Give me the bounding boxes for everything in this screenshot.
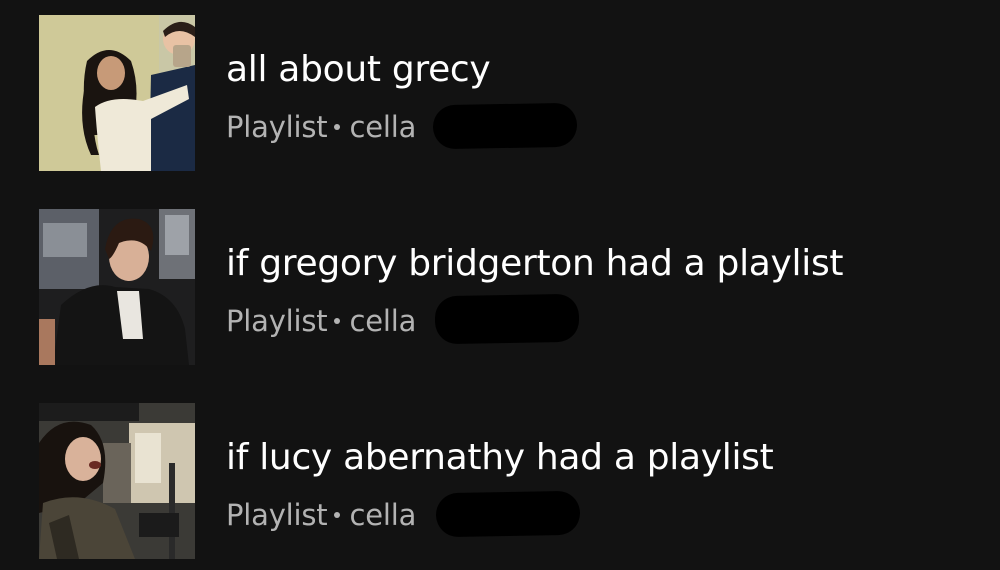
playlist-type-label: Playlist bbox=[226, 110, 328, 144]
playlist-subtitle: Playlist cella bbox=[226, 109, 416, 145]
playlist-cover-image bbox=[39, 209, 195, 365]
list-item[interactable]: if gregory bridgerton had a playlist Pla… bbox=[0, 209, 1000, 365]
playlist-owner-name: cella bbox=[349, 498, 417, 532]
separator-dot-icon bbox=[334, 124, 341, 130]
playlist-type-label: Playlist bbox=[226, 304, 328, 338]
redaction-mark bbox=[434, 293, 580, 345]
playlist-title: if gregory bridgerton had a playlist bbox=[226, 243, 844, 284]
playlist-subtitle: Playlist cella bbox=[226, 497, 416, 533]
cover-art-woman-laughing-photo-icon bbox=[39, 403, 195, 559]
playlist-cover-image bbox=[39, 403, 195, 559]
playlist-title: if lucy abernathy had a playlist bbox=[226, 437, 774, 478]
playlist-title: all about grecy bbox=[226, 49, 491, 90]
cover-art-man-in-car-photo-icon bbox=[39, 209, 195, 365]
list-item[interactable]: if lucy abernathy had a playlist Playlis… bbox=[0, 403, 1000, 559]
redaction-mark bbox=[432, 102, 578, 150]
playlist-type-label: Playlist bbox=[226, 498, 328, 532]
cover-art-couple-photo-icon bbox=[39, 15, 195, 171]
playlist-list: all about grecy Playlist cella if gregory… bbox=[0, 0, 1000, 570]
redaction-mark bbox=[435, 490, 581, 538]
separator-dot-icon bbox=[334, 512, 341, 518]
playlist-owner-name: cella bbox=[349, 110, 417, 144]
playlist-owner-name: cella bbox=[349, 304, 417, 338]
playlist-cover-image bbox=[39, 15, 195, 171]
separator-dot-icon bbox=[334, 318, 341, 324]
playlist-subtitle: Playlist cella bbox=[226, 303, 416, 339]
list-item[interactable]: all about grecy Playlist cella bbox=[0, 15, 1000, 171]
